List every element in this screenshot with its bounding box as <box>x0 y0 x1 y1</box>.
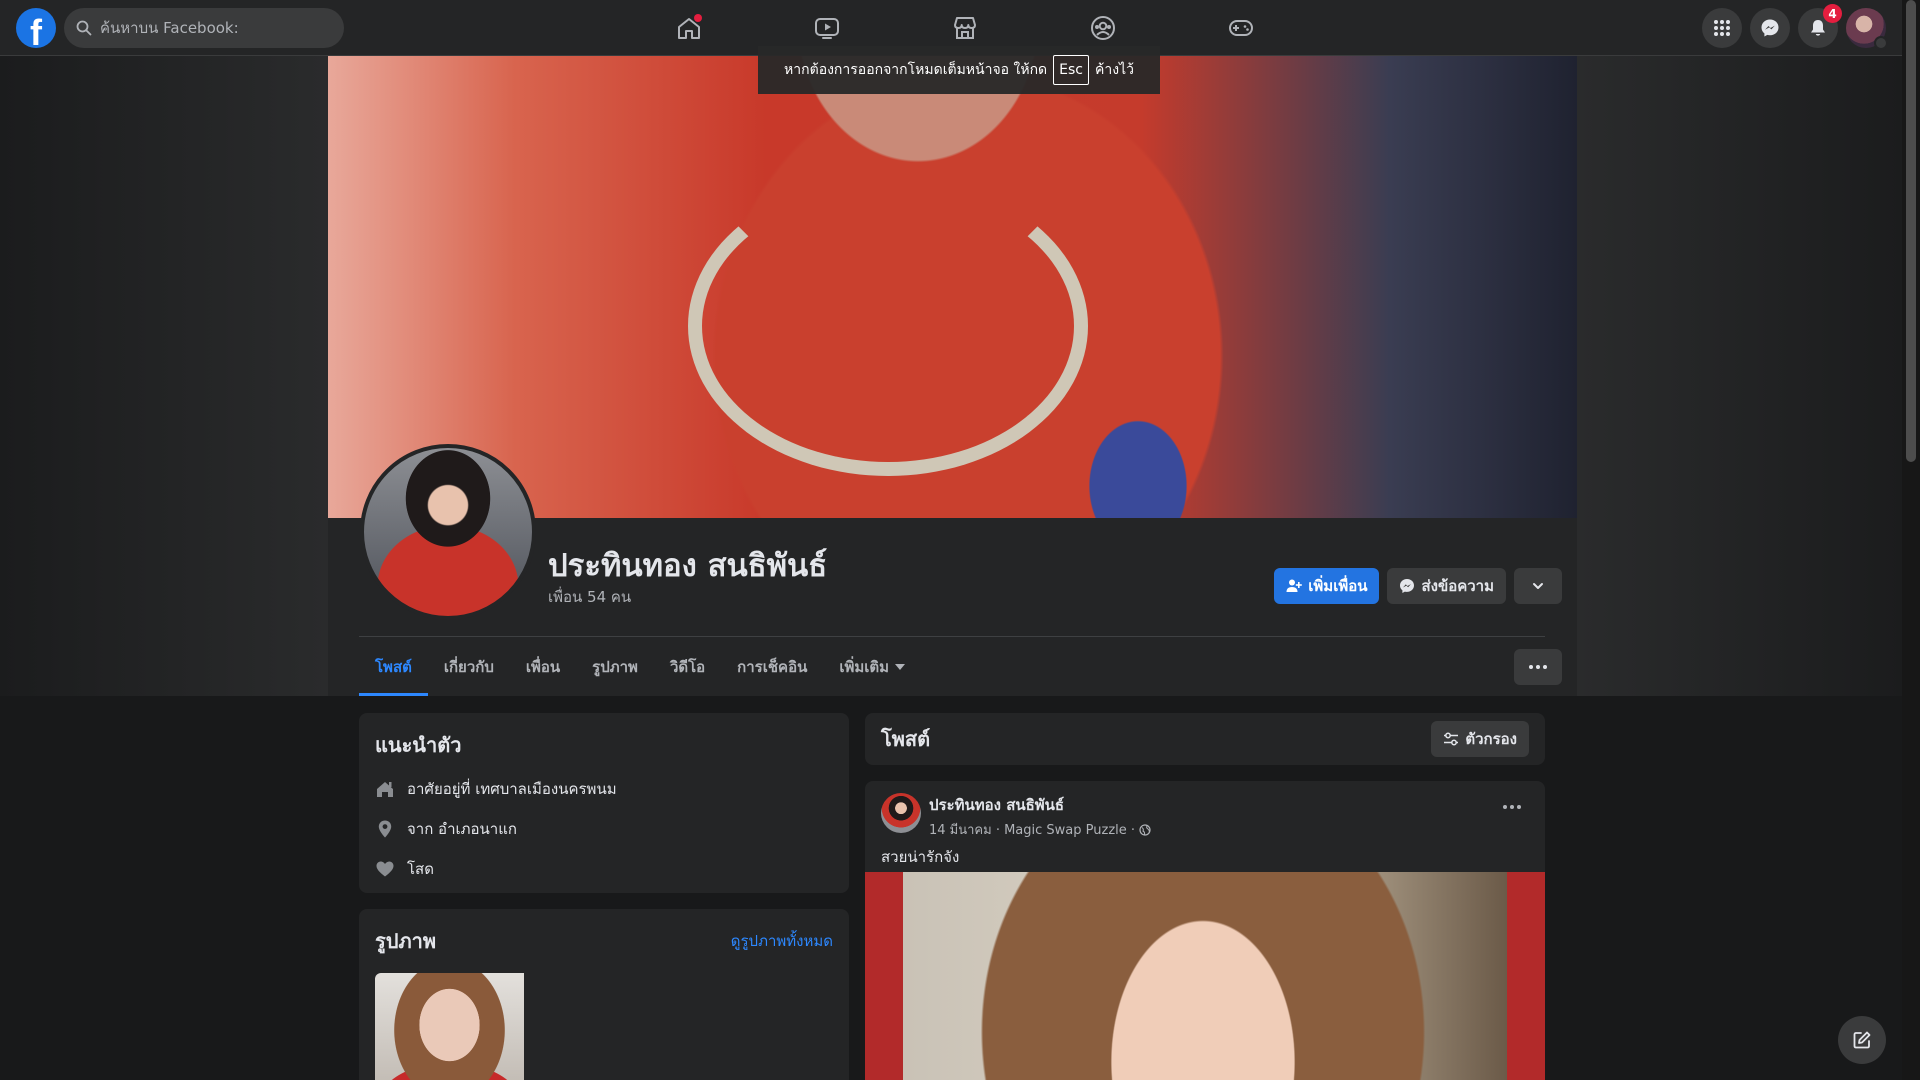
chevron-down-icon <box>1874 36 1888 50</box>
send-message-button[interactable]: ส่งข้อความ <box>1387 568 1506 604</box>
intro-title: แนะนำตัว <box>375 733 462 757</box>
fullscreen-exit-notice: หากต้องการออกจากโหมดเต็มหน้าจอ ให้กด Esc… <box>758 46 1160 94</box>
photos-card: รูปภาพ ดูรูปภาพทั้งหมด <box>359 909 849 1080</box>
search-input[interactable] <box>100 19 320 37</box>
photos-title: รูปภาพ <box>375 929 437 953</box>
ellipsis-icon <box>1503 805 1507 809</box>
heart-icon <box>376 861 394 877</box>
compose-icon <box>1853 1031 1871 1049</box>
tab-friends[interactable]: เพื่อน <box>510 637 576 696</box>
gaming-icon <box>1229 20 1253 36</box>
post-author-avatar[interactable] <box>881 793 921 833</box>
caret-down-icon <box>895 663 906 670</box>
notifications-button[interactable]: 4 <box>1798 4 1842 48</box>
groups-icon <box>1091 16 1115 40</box>
tab-posts[interactable]: โพสต์ <box>359 637 428 696</box>
filter-sliders-icon <box>1444 732 1459 746</box>
bell-icon <box>1811 20 1825 36</box>
posts-title: โพสต์ <box>881 727 931 751</box>
page-scrollbar[interactable] <box>1902 0 1920 1080</box>
intro-from: จาก อำเภอนาแก <box>375 817 833 841</box>
post-image[interactable] <box>865 872 1545 1080</box>
friends-count[interactable]: เพื่อน 54 คน <box>548 585 631 609</box>
marketplace-icon <box>954 17 976 39</box>
facebook-logo[interactable]: f <box>16 8 56 48</box>
home-notification-dot <box>694 14 702 22</box>
profile-picture[interactable] <box>360 444 536 620</box>
tab-photos[interactable]: รูปภาพ <box>576 637 654 696</box>
menu-button[interactable] <box>1702 8 1742 48</box>
posts-header-card: โพสต์ ตัวกรอง <box>865 713 1545 765</box>
profile-tabs: โพสต์ เกี่ยวกับ เพื่อน รูปภาพ วิดีโอ การ… <box>359 637 921 696</box>
nav-home[interactable] <box>620 0 758 56</box>
profile-name: ประทินทอง สนธิพันธ์ <box>548 548 828 584</box>
new-message-button[interactable] <box>1838 1016 1886 1064</box>
cover-backdrop-left <box>0 56 328 696</box>
grid-menu-icon <box>1714 20 1730 36</box>
tab-about[interactable]: เกี่ยวกับ <box>428 637 510 696</box>
globe-icon <box>1139 823 1151 836</box>
post-card: ประทินทอง สนธิพันธ์ 14 มีนาคม · Magic Sw… <box>865 781 1545 1080</box>
intro-relationship: โสด <box>375 857 833 881</box>
ellipsis-icon <box>1529 665 1533 669</box>
filter-button[interactable]: ตัวกรอง <box>1431 721 1529 757</box>
tab-checkins[interactable]: การเช็คอิน <box>721 637 823 696</box>
tab-more-options-button[interactable] <box>1514 649 1562 685</box>
post-options-button[interactable] <box>1503 805 1521 809</box>
search-icon <box>76 20 92 36</box>
photo-thumbnail[interactable] <box>375 973 524 1080</box>
nav-gaming[interactable] <box>1172 0 1310 56</box>
location-pin-icon <box>378 820 392 838</box>
add-friend-icon <box>1286 579 1303 592</box>
intro-lives-in: อาศัยอยู่ที่ เทศบาลเมืองนครพนม <box>375 777 833 801</box>
home-icon <box>377 782 393 797</box>
messenger-icon <box>1400 579 1415 593</box>
cover-photo[interactable] <box>328 56 1577 518</box>
account-avatar[interactable] <box>1846 8 1888 50</box>
tab-videos[interactable]: วิดีโอ <box>654 637 721 696</box>
cover-backdrop-right <box>1577 56 1902 696</box>
scrollbar-thumb[interactable] <box>1906 0 1916 462</box>
more-options-dropdown[interactable] <box>1514 568 1562 604</box>
esc-key-label: Esc <box>1053 55 1089 85</box>
video-icon <box>815 18 839 39</box>
post-date-app[interactable]: 14 มีนาคม · Magic Swap Puzzle · <box>929 819 1135 840</box>
see-all-photos-link[interactable]: ดูรูปภาพทั้งหมด <box>731 929 833 953</box>
messenger-icon <box>1761 19 1779 37</box>
notification-badge: 4 <box>1823 4 1842 23</box>
tab-more[interactable]: เพิ่มเติม <box>823 637 921 696</box>
search-box[interactable] <box>64 8 344 48</box>
chevron-down-icon <box>1533 583 1543 589</box>
messenger-button[interactable] <box>1750 8 1790 48</box>
post-author-name[interactable]: ประทินทอง สนธิพันธ์ <box>929 793 1151 817</box>
add-friend-button[interactable]: เพิ่มเพื่อน <box>1274 568 1380 604</box>
post-text: สวยน่ารักจัง <box>881 848 960 866</box>
intro-card: แนะนำตัว อาศัยอยู่ที่ เทศบาลเมืองนครพนม … <box>359 713 849 893</box>
